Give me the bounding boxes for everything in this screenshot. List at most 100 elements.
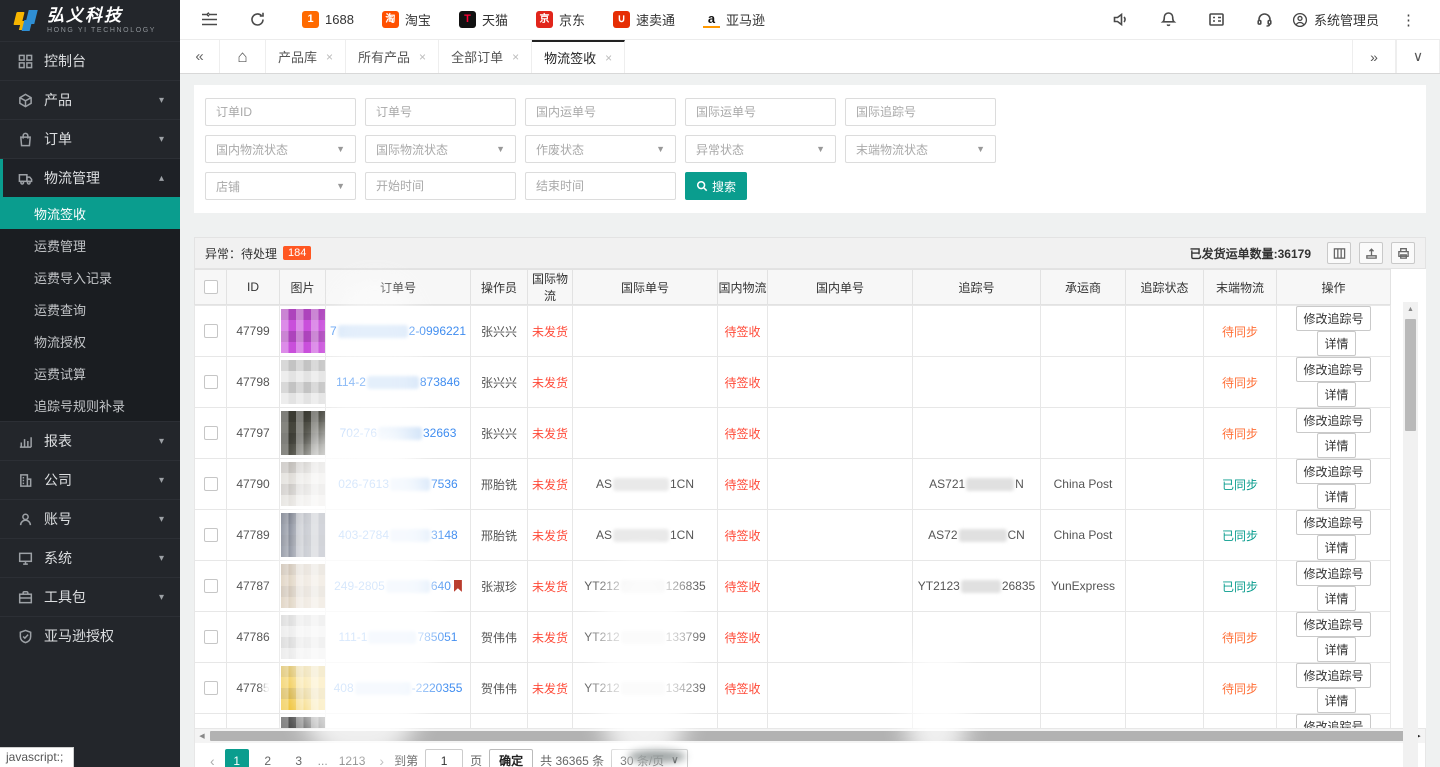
page-button-last[interactable]: 1213 <box>335 749 370 767</box>
order-no-input[interactable] <box>365 98 516 126</box>
detail-button[interactable]: 详情 <box>1317 433 1355 458</box>
domestic-status-select[interactable]: 国内物流状态▼ <box>205 135 356 163</box>
close-icon[interactable]: × <box>419 50 426 64</box>
page-button-3[interactable]: 3 <box>287 749 311 767</box>
row-checkbox[interactable] <box>204 681 218 695</box>
tabs-dropdown-button[interactable]: ∨ <box>1396 40 1440 73</box>
sidebar-item-system[interactable]: 系统 ▾ <box>0 538 180 577</box>
close-icon[interactable]: × <box>512 50 519 64</box>
start-time-input[interactable] <box>365 172 516 200</box>
sidebar-item-orders[interactable]: 订单 ▾ <box>0 119 180 158</box>
detail-button[interactable]: 详情 <box>1317 382 1355 407</box>
row-checkbox[interactable] <box>204 528 218 542</box>
order-number-link[interactable]: 026-76137536 <box>338 477 457 491</box>
row-checkbox[interactable] <box>204 477 218 491</box>
print-button[interactable] <box>1391 242 1415 264</box>
marketplace-amazon[interactable]: a 亚马逊 <box>703 10 765 29</box>
modify-tracking-button[interactable]: 修改追踪号 <box>1296 306 1370 331</box>
tab-product-library[interactable]: 产品库× <box>266 40 346 73</box>
announcement-button[interactable] <box>1104 6 1138 34</box>
submenu-item-sign-off[interactable]: 物流签收 <box>0 197 180 229</box>
marketplace-taobao[interactable]: 淘 淘宝 <box>382 10 431 29</box>
row-checkbox[interactable] <box>204 630 218 644</box>
modify-tracking-button[interactable]: 修改追踪号 <box>1296 510 1370 535</box>
end-time-input[interactable] <box>525 172 676 200</box>
exception-status-select[interactable]: 异常状态▼ <box>685 135 836 163</box>
sidebar-item-amazon-auth[interactable]: 亚马逊授权 <box>0 616 180 655</box>
modify-tracking-button[interactable]: 修改追踪号 <box>1296 459 1370 484</box>
row-checkbox[interactable] <box>204 324 218 338</box>
modify-tracking-button[interactable]: 修改追踪号 <box>1296 663 1370 688</box>
sidebar-item-company[interactable]: 公司 ▾ <box>0 460 180 499</box>
horizontal-scroll-thumb[interactable] <box>210 731 1410 741</box>
close-icon[interactable]: × <box>605 51 612 65</box>
modify-tracking-button[interactable]: 修改追踪号 <box>1296 408 1370 433</box>
tabs-scroll-right-button[interactable]: » <box>1352 40 1396 73</box>
column-settings-button[interactable] <box>1327 242 1351 264</box>
sidebar-item-account[interactable]: 账号 ▾ <box>0 499 180 538</box>
intl-tracking-input[interactable] <box>845 98 996 126</box>
domestic-waybill-input[interactable] <box>525 98 676 126</box>
home-tab[interactable]: ⌂ <box>220 40 266 73</box>
per-page-select[interactable]: 30 条/页∨ <box>611 749 687 767</box>
order-number-link[interactable]: 72-0996221 <box>330 324 466 338</box>
sidebar-item-dashboard[interactable]: 控制台 <box>0 41 180 80</box>
row-checkbox[interactable] <box>204 375 218 389</box>
order-number-link[interactable]: 249-2805640 <box>334 579 451 593</box>
order-number-link[interactable]: 408-2220355 <box>334 681 463 695</box>
detail-button[interactable]: 详情 <box>1317 586 1355 611</box>
sidebar-item-reports[interactable]: 报表 ▾ <box>0 421 180 460</box>
tabs-scroll-left-button[interactable]: « <box>180 40 220 73</box>
order-number-link[interactable]: 702-7632663 <box>340 426 457 440</box>
exception-count-badge[interactable]: 184 <box>283 246 311 260</box>
shop-select[interactable]: 店铺▼ <box>205 172 356 200</box>
marketplace-tmall[interactable]: T 天猫 <box>459 10 508 29</box>
detail-button[interactable]: 详情 <box>1317 535 1355 560</box>
sidebar-item-logistics[interactable]: 物流管理 ▴ <box>0 158 180 197</box>
prev-page-arrow[interactable]: ‹ <box>207 753 218 767</box>
void-status-select[interactable]: 作废状态▼ <box>525 135 676 163</box>
export-button[interactable] <box>1359 242 1383 264</box>
scroll-up-arrow[interactable]: ▲ <box>1403 302 1418 316</box>
sidebar-toggle-button[interactable] <box>192 6 226 34</box>
search-button[interactable]: 搜索 <box>685 172 747 200</box>
row-checkbox[interactable] <box>204 426 218 440</box>
more-menu-button[interactable]: ⋮ <box>1395 11 1422 29</box>
page-button-2[interactable]: 2 <box>256 749 280 767</box>
submenu-item-freight-mgmt[interactable]: 运费管理 <box>0 229 180 261</box>
modify-tracking-button[interactable]: 修改追踪号 <box>1296 357 1370 382</box>
notifications-button[interactable] <box>1152 6 1186 34</box>
tab-all-orders[interactable]: 全部订单× <box>439 40 532 73</box>
horizontal-scrollbar[interactable]: ◀ ▶ <box>194 729 1426 743</box>
apps-panel-button[interactable] <box>1200 6 1234 34</box>
detail-button[interactable]: 详情 <box>1317 637 1355 662</box>
order-number-link[interactable]: 111-1785051 <box>339 630 458 644</box>
marketplace-jd[interactable]: 京 京东 <box>536 10 585 29</box>
refresh-button[interactable] <box>240 6 274 34</box>
confirm-page-button[interactable]: 确定 <box>489 749 533 767</box>
vertical-scroll-thumb[interactable] <box>1405 319 1416 431</box>
tab-logistics-sign-off[interactable]: 物流签收× <box>532 40 625 73</box>
detail-button[interactable]: 详情 <box>1317 688 1355 713</box>
submenu-item-logistics-auth[interactable]: 物流授权 <box>0 325 180 357</box>
submenu-item-tracking-rules[interactable]: 追踪号规则补录 <box>0 389 180 421</box>
detail-button[interactable]: 详情 <box>1317 331 1355 356</box>
goto-page-input[interactable] <box>425 749 463 767</box>
sidebar-item-toolkit[interactable]: 工具包 ▾ <box>0 577 180 616</box>
submenu-item-freight-import[interactable]: 运费导入记录 <box>0 261 180 293</box>
modify-tracking-button[interactable]: 修改追踪号 <box>1296 612 1370 637</box>
page-button-1[interactable]: 1 <box>225 749 249 767</box>
order-number-link[interactable]: 114-2873846 <box>336 375 460 389</box>
user-menu[interactable]: 系统管理员 <box>1292 10 1379 29</box>
detail-button[interactable]: 详情 <box>1317 484 1355 509</box>
select-all-checkbox[interactable] <box>204 280 218 294</box>
intl-waybill-input[interactable] <box>685 98 836 126</box>
scroll-left-arrow[interactable]: ◀ <box>195 732 209 740</box>
marketplace-aliexpress[interactable]: ∪ 速卖通 <box>613 10 675 29</box>
submenu-item-freight-query[interactable]: 运费查询 <box>0 293 180 325</box>
order-number-link[interactable]: 403-27843148 <box>338 528 457 542</box>
tab-all-products[interactable]: 所有产品× <box>346 40 439 73</box>
modify-tracking-button[interactable]: 修改追踪号 <box>1296 561 1370 586</box>
support-button[interactable] <box>1248 6 1282 34</box>
order-id-input[interactable] <box>205 98 356 126</box>
